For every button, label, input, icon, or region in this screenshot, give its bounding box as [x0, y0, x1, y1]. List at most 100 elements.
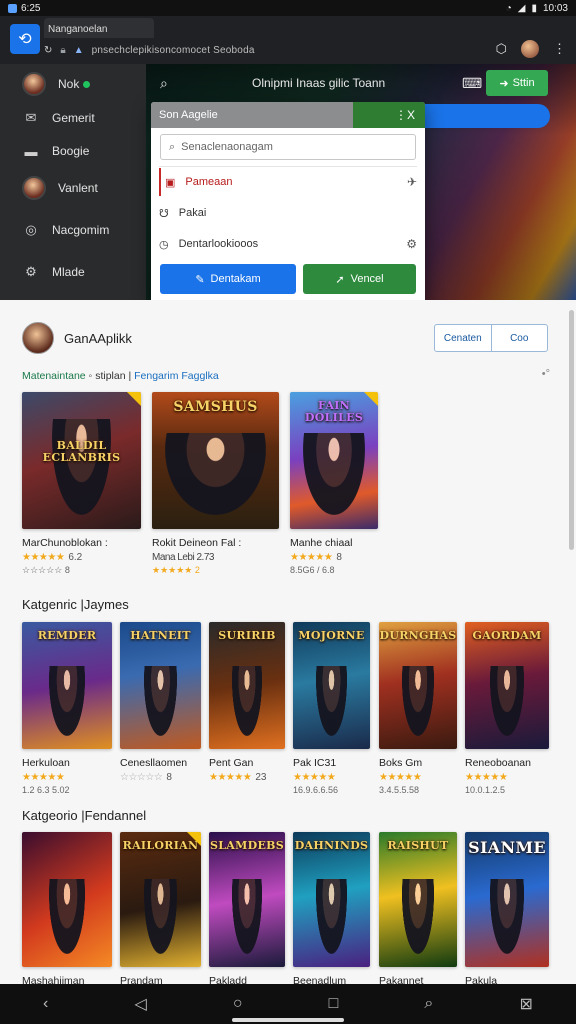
search-icon[interactable]: ⌕ — [160, 75, 168, 92]
popup-row-1[interactable]: ☋ Pakai — [159, 199, 417, 227]
game-title-art: SIANME — [468, 838, 546, 857]
browser-app-icon[interactable]: ⟲ — [10, 24, 40, 54]
online-indicator — [83, 81, 91, 88]
chevron-left-icon[interactable]: ‹ — [43, 995, 48, 1013]
game-name: Manhe chiaal — [290, 537, 353, 549]
game-title-art: SAMSHUS — [173, 399, 258, 415]
recents-icon[interactable]: □ — [329, 995, 339, 1013]
rating: ★★★★★ — [293, 772, 370, 783]
reload-icon[interactable]: ↻ — [44, 45, 52, 56]
breadcrumb-part[interactable]: Matenaintane — [22, 370, 86, 382]
game-name: Pent Gan — [209, 757, 254, 769]
game-card[interactable]: SLAMDEBS Pakladd — [209, 832, 285, 987]
address-bar[interactable]: ↻ 🔒︎ ▲ pnsechclepikisoncomocet Seoboda — [44, 40, 504, 60]
sidebar-item-3[interactable]: ◎ Nacgomim — [22, 217, 109, 243]
game-card[interactable]: RAILORIAN Prandam — [120, 832, 201, 987]
extension-icon[interactable]: ⬡ — [496, 41, 507, 57]
more-icon[interactable]: •° — [542, 368, 550, 380]
segment-right[interactable]: Coo — [490, 325, 548, 351]
game-card[interactable]: DAHNINDS Beenadlum — [293, 832, 370, 987]
rating-count: 8 — [166, 772, 172, 783]
section-title: Katgenric |Jaymes — [22, 597, 129, 612]
game-card[interactable]: HATNEIT Cenesllaomen ☆☆☆☆☆ 8 — [120, 622, 201, 783]
game-card[interactable]: REMDER Herkuloan ★★★★★ 1.2 6.3 5.02 — [22, 622, 112, 795]
popup-row-0[interactable]: ▣ Pameaan ✈ — [159, 168, 417, 196]
popup-row-label: Pakai — [178, 207, 207, 219]
system-nav-bar: ‹ ◁ ○ □ ⌕ ⊠ — [0, 984, 576, 1024]
shield-icon: ▲ — [73, 44, 84, 56]
close-button[interactable]: ⋮ X — [353, 102, 425, 128]
rating-stars: ★★★★★ — [379, 772, 422, 783]
avatar[interactable] — [22, 322, 54, 354]
sidebar-item-0[interactable]: ✉ Gemerit — [22, 105, 95, 131]
game-title-art: RAISHUT — [387, 839, 449, 852]
home-indicator — [232, 1018, 344, 1022]
game-name: Cenesllaomen — [120, 757, 188, 769]
profile-name: GanAAplikk — [64, 330, 132, 346]
rating: ★★★★★ 8 — [290, 552, 378, 563]
rating-stars: ★★★★★ — [290, 552, 333, 563]
status-time: 6:25 — [21, 2, 41, 14]
avatar — [22, 72, 46, 96]
rating-count: 6.2 — [68, 552, 83, 563]
bell-icon: ◷ — [159, 238, 169, 251]
popup-row-2[interactable]: ◷ Dentarlookiooos ⚙ — [159, 230, 417, 258]
game-card[interactable]: RAISHUT Pakannet — [379, 832, 457, 987]
rating: ★★★★★ — [379, 772, 457, 783]
segmented-control: Cenaten Coo — [434, 324, 548, 352]
keyboard-icon[interactable]: ⊠ — [519, 994, 532, 1014]
home-icon[interactable]: ○ — [233, 995, 243, 1013]
featured-card-0[interactable]: BALDIL ECLANBRIS MarChunoblokan : ★★★★★ 6.… — [22, 392, 141, 576]
popup-search-input[interactable]: ⌕ Senaclenaonagam — [160, 134, 416, 160]
scrollbar[interactable] — [569, 310, 574, 550]
browser-chrome: ⟲ Nanganoelan ↻ 🔒︎ ▲ pnsechclepikisoncom… — [0, 16, 576, 64]
profile-avatar[interactable] — [521, 40, 539, 58]
game-thumbnail: MOJORNE — [293, 622, 370, 749]
sidebar-item-label: Mlade — [52, 265, 85, 279]
sidebar-item-label: Boogie — [52, 144, 90, 158]
sidebar-item-1[interactable]: ▬ Boogie — [22, 138, 90, 164]
signal-icon: ◢ — [517, 2, 526, 14]
game-thumbnail: SIANME — [465, 832, 549, 967]
popup-row-label: Dentarlookiooos — [178, 238, 259, 250]
game-title-art: HATNEIT — [130, 629, 191, 642]
gamepad-icon[interactable]: ⌨ — [462, 75, 482, 92]
game-thumbnail: FAIN DOLILES — [290, 392, 378, 529]
wifi-icon: ◔ — [505, 2, 512, 14]
secondary-button[interactable]: ➚ Vencel — [303, 264, 416, 294]
game-card[interactable]: SIANME Pakula — [465, 832, 549, 987]
search-placeholder: Senaclenaonagam — [181, 141, 273, 153]
back-icon[interactable]: ◁ — [134, 994, 146, 1014]
gear-icon[interactable]: ⚙ — [406, 237, 417, 251]
divider — [159, 166, 417, 167]
featured-card-2[interactable]: FAIN DOLILES Manhe chiaal ★★★★★ 8 8.5G6 / … — [290, 392, 378, 575]
game-card[interactable]: Mashahiiman — [22, 832, 112, 987]
search-icon: ⌕ — [169, 140, 176, 153]
game-card[interactable]: SURIRIB Pent Gan ★★★★★ 23 — [209, 622, 285, 783]
group-icon: ☋ — [159, 207, 169, 220]
sidebar-user[interactable]: Nok — [22, 71, 91, 97]
breadcrumb-part[interactable]: stiplan — [95, 370, 125, 382]
sidebar-item-4[interactable]: ⚙ Mlade — [22, 259, 85, 285]
segment-left[interactable]: Cenaten — [435, 325, 491, 351]
primary-button[interactable]: ✎ Dentakam — [160, 264, 296, 294]
sidebar-item-2[interactable]: Vanlent — [22, 175, 98, 201]
game-thumbnail: RAISHUT — [379, 832, 457, 967]
settings-icon: ⚙ — [25, 264, 37, 279]
signin-button[interactable]: ➜ Sttin — [486, 70, 548, 96]
game-thumbnail: GAORDAM — [465, 622, 549, 749]
url-text[interactable]: pnsechclepikisoncomocet Seoboda — [92, 45, 255, 56]
featured-card-1[interactable]: SAMSHUS Rokit Deineon Fal : Mana Lebi 2.… — [152, 392, 279, 576]
status-icons: ◔ ◢ ▮ 10:03 — [506, 3, 568, 14]
game-card[interactable]: MOJORNE Pak IC31 ★★★★★ 16.9.6.6.56 — [293, 622, 370, 795]
breadcrumb-part[interactable]: Fengarim Fagglka — [134, 370, 219, 382]
assistant-icon[interactable]: ⌕ — [424, 995, 433, 1013]
rating: ★★★★★ — [22, 772, 112, 783]
game-card[interactable]: DURNGHAS Boks Gm ★★★★★ 3.4.5.5.58 — [379, 622, 457, 795]
breadcrumb: Matenaintane ◦ stiplan | Fengarim Fagglk… — [22, 370, 219, 382]
game-card[interactable]: GAORDAM Reneoboanan ★★★★★ 10.0.1.2.5 — [465, 622, 549, 795]
menu-icon[interactable]: ⋮ — [553, 41, 566, 57]
pin-icon[interactable]: ✈ — [407, 175, 417, 189]
game-name: MarChunoblokan : — [22, 537, 108, 549]
notification-icon — [8, 3, 17, 13]
